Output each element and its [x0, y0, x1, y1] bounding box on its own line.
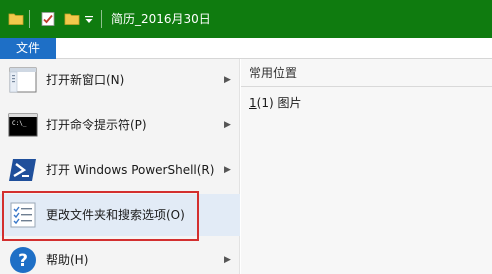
file-menu: 打开新窗口(N) ▶ C:\_ 打开命令提示符(P) ▶ 打开 Windows … — [0, 59, 240, 274]
menu-item-open-command-prompt[interactable]: C:\_ 打开命令提示符(P) ▶ — [0, 104, 240, 146]
powershell-icon — [8, 155, 38, 185]
submenu-arrow-icon: ▶ — [224, 255, 231, 265]
toolbar-separator — [101, 10, 102, 28]
properties-checkmark-icon[interactable] — [40, 11, 56, 27]
menu-item-change-folder-options[interactable]: 更改文件夹和搜索选项(O) — [0, 194, 240, 236]
options-checklist-icon — [8, 200, 38, 230]
menu-item-help[interactable]: ? 帮助(H) ▶ — [0, 239, 240, 274]
svg-text:C:\_: C:\_ — [12, 120, 27, 127]
new-folder-icon[interactable] — [64, 11, 80, 27]
title-bar: 简历_2016月30日 — [0, 0, 492, 38]
customize-dropdown-icon[interactable] — [84, 11, 94, 27]
frequent-place-item[interactable]: 1(1) 图片 — [249, 95, 301, 111]
command-prompt-icon: C:\_ — [8, 110, 38, 140]
divider — [241, 86, 492, 87]
window-title: 简历_2016月30日 — [111, 12, 211, 26]
ribbon-tab-row: 文件 — [0, 38, 492, 59]
menu-item-open-new-window[interactable]: 打开新窗口(N) ▶ — [0, 59, 240, 101]
menu-item-label: 打开新窗口(N) — [46, 73, 125, 87]
toolbar-separator — [29, 10, 30, 28]
svg-text:?: ? — [18, 251, 28, 271]
submenu-arrow-icon: ▶ — [224, 75, 231, 85]
menu-item-label: 更改文件夹和搜索选项(O) — [46, 208, 185, 222]
menu-item-open-powershell[interactable]: 打开 Windows PowerShell(R) ▶ — [0, 149, 240, 191]
help-icon: ? — [8, 245, 38, 274]
frequent-place-label: (1) 图片 — [256, 96, 302, 110]
menu-item-label: 打开命令提示符(P) — [46, 118, 147, 132]
tab-file[interactable]: 文件 — [0, 38, 56, 59]
submenu-arrow-icon: ▶ — [224, 120, 231, 130]
section-title: 常用位置 — [249, 66, 298, 80]
submenu-arrow-icon: ▶ — [224, 165, 231, 175]
window-icon — [8, 65, 38, 95]
menu-item-label: 帮助(H) — [46, 253, 89, 267]
frequent-places-pane: 常用位置 1(1) 图片 — [241, 59, 492, 274]
shortcut-number: 1 — [249, 96, 257, 110]
folder-icon[interactable] — [8, 11, 24, 27]
menu-item-label: 打开 Windows PowerShell(R) — [46, 163, 215, 177]
